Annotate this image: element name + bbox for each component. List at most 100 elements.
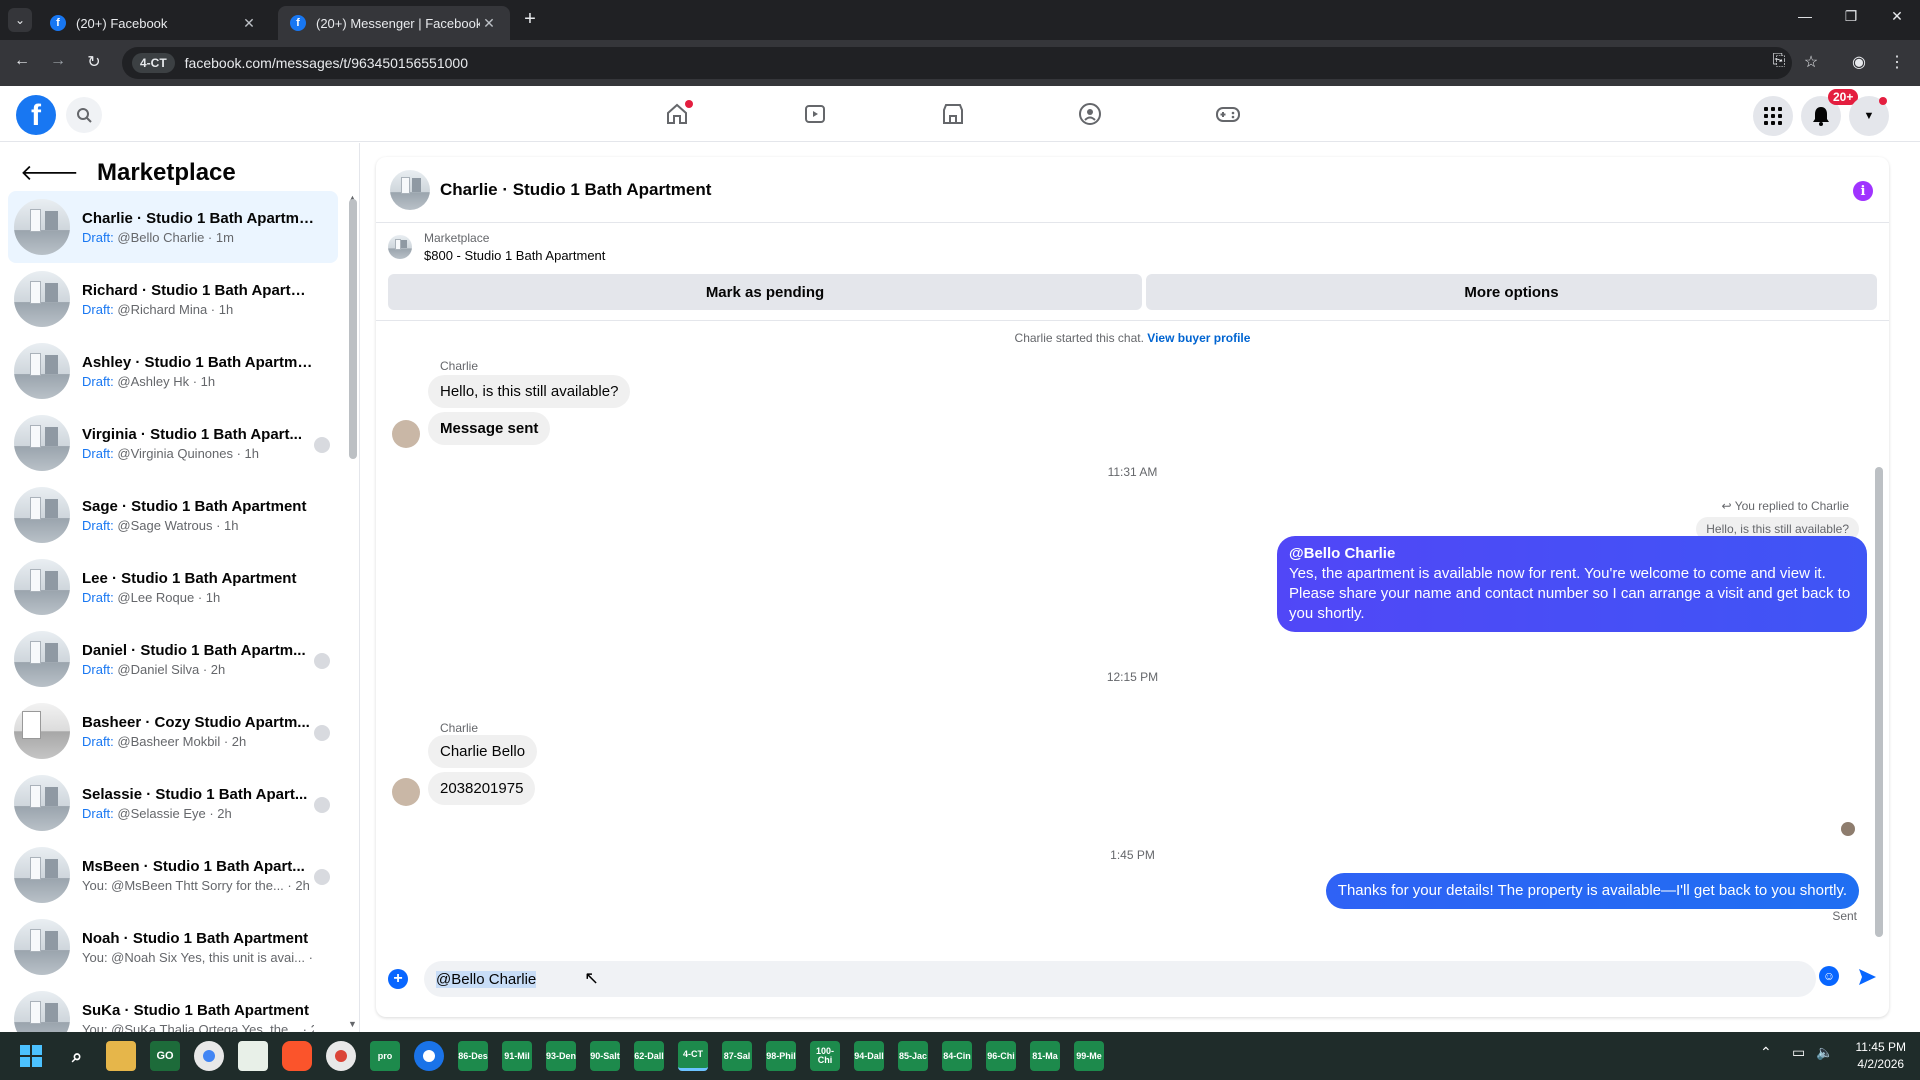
chrome-icon[interactable] [194, 1041, 224, 1071]
send-icon[interactable] [1857, 967, 1877, 993]
more-options-button[interactable]: More options [1146, 274, 1877, 310]
facebook-logo-icon[interactable]: f [16, 95, 56, 135]
clock-time: 11:45 PM [1855, 1040, 1906, 1054]
preview-text: @Daniel Silva · 2h [113, 661, 226, 677]
tab-close-icon[interactable]: ✕ [240, 15, 258, 32]
browser-tab-facebook[interactable]: f (20+) Facebook ✕ [38, 6, 270, 40]
browser-tab-messenger[interactable]: f (20+) Messenger | Facebook ✕ [278, 6, 510, 40]
taskbar-app-81-ma[interactable]: 81-Ma [1030, 1041, 1060, 1071]
incoming-message[interactable]: 2038201975 [428, 772, 536, 805]
site-info-chip[interactable]: 4-CT [132, 53, 175, 73]
outgoing-message[interactable]: Thanks for your details! The property is… [1325, 873, 1859, 909]
back-icon[interactable]: ← [10, 52, 34, 70]
conversation-item[interactable]: Selassie · Studio 1 Bath Apart... Draft: … [8, 767, 338, 839]
reload-icon[interactable]: ↻ [82, 52, 106, 72]
taskbar-app-98-phil[interactable]: 98-Phil [766, 1041, 796, 1071]
notepad-icon[interactable] [238, 1041, 268, 1071]
system-clock[interactable]: 11:45 PM 4/2/2026 [1856, 1039, 1906, 1073]
search-icon[interactable]: ⌕ [62, 1041, 92, 1071]
app-icon[interactable]: GO [150, 1041, 180, 1071]
taskbar-app-93-den[interactable]: 93-Den [546, 1041, 576, 1071]
menu-grid-icon[interactable] [1753, 96, 1793, 136]
conversation-item[interactable]: Charlie · Studio 1 Bath Apartment Draft: … [8, 191, 338, 263]
incoming-message[interactable]: Message sent [428, 412, 551, 445]
gaming-icon[interactable] [1208, 94, 1248, 134]
windows-start-icon[interactable] [16, 1041, 46, 1071]
chat-title[interactable]: Charlie · Studio 1 Bath Apartment [440, 180, 711, 200]
taskbar-app-94-dall[interactable]: 94-Dall [854, 1041, 884, 1071]
listing-thumbnail [388, 235, 412, 259]
taskbar-app-96-chi[interactable]: 96-Chi [986, 1041, 1016, 1071]
taskbar-app-87-sal[interactable]: 87-Sal [722, 1041, 752, 1071]
mention-tag[interactable]: @Bello Charlie [1289, 544, 1855, 564]
conversation-item[interactable]: Ashley · Studio 1 Bath Apartment Draft: @… [8, 335, 338, 407]
app-icon[interactable]: pro [370, 1041, 400, 1071]
network-icon[interactable]: ▭ [1792, 1044, 1805, 1061]
chat-scrollbar[interactable] [1875, 467, 1883, 937]
message-input[interactable]: @Bello Charlie [424, 961, 1816, 997]
taskbar-app-4-ct[interactable]: 4-CT [678, 1041, 708, 1071]
sidebar-scrollbar[interactable] [349, 199, 357, 459]
url-text[interactable]: facebook.com/messages/t/963450156551000 [185, 55, 468, 71]
incoming-message[interactable]: Hello, is this still available? [428, 375, 631, 408]
brave-browser-icon[interactable] [282, 1041, 312, 1071]
taskbar-app-85-jac[interactable]: 85-Jac [898, 1041, 928, 1071]
conversation-item[interactable]: Noah · Studio 1 Bath Apartment You: @Noah… [8, 911, 338, 983]
emoji-icon[interactable]: ☺ [1819, 966, 1839, 986]
taskbar-app-91-mil[interactable]: 91-Mil [502, 1041, 532, 1071]
close-window-icon[interactable]: ✕ [1882, 8, 1912, 25]
add-attachment-icon[interactable]: + [388, 969, 408, 989]
conversation-item[interactable]: Virginia · Studio 1 Bath Apart... Draft: … [8, 407, 338, 479]
chrome-profile-icon[interactable] [326, 1041, 356, 1071]
conversation-item[interactable]: Daniel · Studio 1 Bath Apartm... Draft: @… [8, 623, 338, 695]
profile-icon[interactable]: ◉ [1848, 52, 1870, 72]
incoming-message[interactable]: Charlie Bello [428, 735, 538, 768]
show-hidden-icons-chevron-icon[interactable]: ⌃ [1760, 1044, 1772, 1061]
taskbar-app-86-des[interactable]: 86-Des [458, 1041, 488, 1071]
listing-avatar[interactable] [390, 169, 430, 210]
preview-text: @Richard Mina · 1h [113, 301, 234, 317]
forward-icon[interactable]: → [46, 52, 70, 70]
conversation-item[interactable]: Basheer · Cozy Studio Apartm... Draft: @B… [8, 695, 338, 767]
mark-as-pending-button[interactable]: Mark as pending [388, 274, 1142, 310]
conversation-name: Lee · Studio 1 Bath Apartment [82, 569, 297, 587]
volume-icon[interactable]: 🔈 [1816, 1044, 1833, 1061]
install-app-icon[interactable]: ⎘ [1768, 52, 1790, 70]
conversation-item[interactable]: Sage · Studio 1 Bath Apartment Draft: @Sa… [8, 479, 338, 551]
conversation-item[interactable]: Lee · Studio 1 Bath Apartment Draft: @Lee… [8, 551, 338, 623]
search-icon[interactable] [66, 97, 102, 133]
conversation-item[interactable]: MsBeen · Studio 1 Bath Apart... You: @MsB… [8, 839, 338, 911]
groups-icon[interactable] [1070, 94, 1110, 134]
info-icon[interactable]: i [1853, 181, 1873, 201]
reply-arrow-icon: ↩ [1721, 499, 1735, 513]
browser-menu-icon[interactable]: ⋮ [1886, 52, 1908, 72]
tab-close-icon[interactable]: ✕ [480, 15, 498, 32]
conversation-text: MsBeen · Studio 1 Bath Apart... You: @MsB… [82, 858, 338, 893]
browser-tab-bar: ⌄ f (20+) Facebook ✕ f (20+) Messenger |… [0, 0, 1920, 40]
conversation-item[interactable]: SuKa · Studio 1 Bath Apartment You: @SuKa… [8, 983, 338, 1032]
address-bar[interactable]: 4-CT facebook.com/messages/t/96345015655… [122, 47, 1792, 79]
marketplace-icon[interactable] [933, 94, 973, 134]
taskbar-app-62-dall[interactable]: 62-Dall [634, 1041, 664, 1071]
tab-search-button[interactable]: ⌄ [8, 8, 32, 32]
taskbar-app-84-cin[interactable]: 84-Cin [942, 1041, 972, 1071]
view-buyer-profile-link[interactable]: View buyer profile [1147, 331, 1250, 345]
taskbar-app-99-me[interactable]: 99-Me [1074, 1041, 1104, 1071]
back-arrow-icon[interactable]: 🡐 [20, 160, 79, 186]
conversation-item[interactable]: Richard · Studio 1 Bath Apartment Draft: … [8, 263, 338, 335]
minimize-icon[interactable]: — [1790, 8, 1820, 24]
buyer-avatar[interactable] [392, 778, 420, 806]
bookmark-star-icon[interactable]: ☆ [1800, 52, 1822, 72]
taskbar-app-100-chi[interactable]: 100-Chi [810, 1041, 840, 1071]
file-explorer-icon[interactable] [106, 1041, 136, 1071]
restore-icon[interactable]: ❐ [1836, 8, 1866, 25]
circle-app-icon[interactable] [414, 1041, 444, 1071]
video-icon[interactable] [795, 94, 835, 134]
taskbar-app-90-salt[interactable]: 90-Salt [590, 1041, 620, 1071]
listing-summary[interactable]: Marketplace $800 - Studio 1 Bath Apartme… [388, 231, 605, 263]
buyer-avatar[interactable] [392, 420, 420, 448]
outgoing-message[interactable]: @Bello Charlie Yes, the apartment is ava… [1277, 536, 1867, 632]
scroll-down-arrow-icon[interactable]: ▼ [348, 1019, 357, 1029]
new-tab-button[interactable]: + [518, 8, 542, 31]
message-input-value[interactable]: @Bello Charlie [436, 970, 537, 988]
